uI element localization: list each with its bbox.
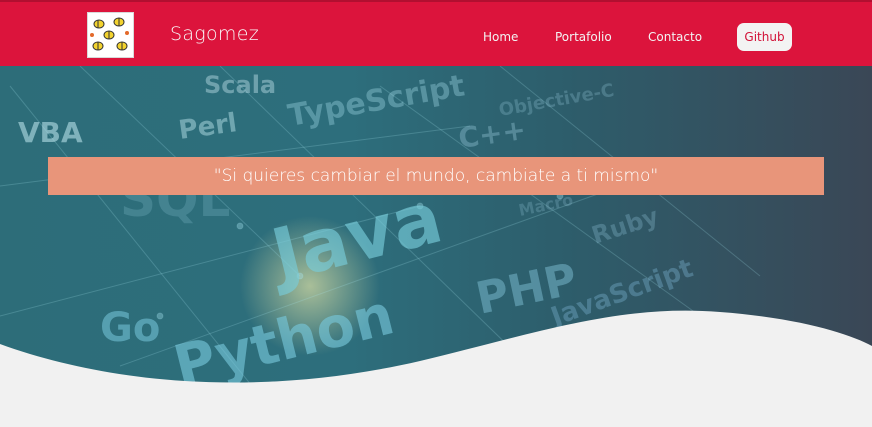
wave-divider (0, 310, 872, 427)
nav-link-portfolio[interactable]: Portafolio (555, 30, 612, 44)
top-navbar: Sagomez Home Portafolio Contacto Github (0, 0, 872, 66)
hero-section: Scala VBA Perl TypeScript C++ SQL Java P… (0, 66, 872, 427)
brand-name[interactable]: Sagomez (170, 23, 259, 45)
bee-logo-icon[interactable] (87, 12, 134, 58)
nav-link-home[interactable]: Home (483, 30, 518, 44)
nav-link-contact[interactable]: Contacto (648, 30, 702, 44)
bee-pattern (90, 17, 129, 51)
github-button[interactable]: Github (737, 23, 792, 51)
